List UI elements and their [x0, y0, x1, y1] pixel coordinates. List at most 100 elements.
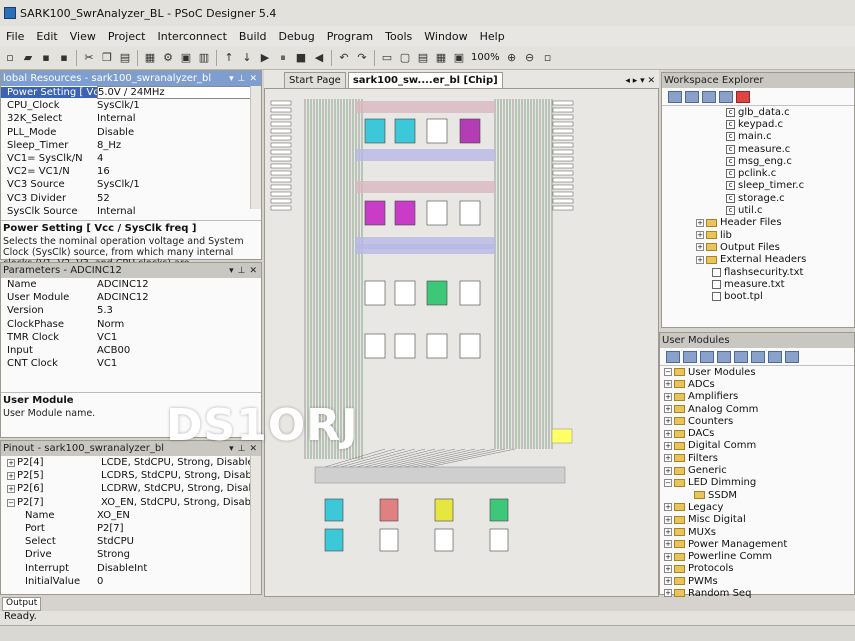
expand-icon[interactable]: +	[664, 564, 672, 573]
property-value[interactable]: Norm	[97, 319, 261, 330]
expand-icon[interactable]: +	[664, 540, 672, 549]
module-tool-icon[interactable]	[768, 350, 782, 363]
property-row[interactable]: Name ADCINC12	[1, 278, 261, 291]
file-item[interactable]: c measure.c	[662, 143, 854, 155]
menu-program[interactable]: Program	[321, 30, 379, 43]
pin-icon[interactable]: ▾	[229, 266, 234, 276]
property-row[interactable]: Sleep_Timer 8_Hz	[1, 139, 261, 152]
property-value[interactable]: ADCINC12	[97, 292, 261, 303]
output-tab[interactable]: Output	[2, 597, 42, 611]
program-icon[interactable]: ▣	[178, 50, 194, 66]
property-value[interactable]: 5.3	[97, 305, 261, 316]
autohide-icon[interactable]: ⊥	[238, 266, 246, 276]
cut-icon[interactable]: ✂	[81, 50, 97, 66]
property-row[interactable]: Power Setting [ Vcc 5.0V / 24MHz	[1, 86, 261, 100]
pause-icon[interactable]: ⏸	[275, 50, 291, 66]
property-value[interactable]: VC1	[97, 332, 261, 343]
module-tool-icon[interactable]	[683, 350, 697, 363]
zoom-level[interactable]: 100%	[469, 52, 502, 63]
menu-help[interactable]: Help	[474, 30, 511, 43]
expand-icon[interactable]: +	[7, 485, 15, 494]
comment-icon[interactable]: ▢	[397, 50, 413, 66]
tab-chip-view[interactable]: sark100_sw....er_bl [Chip]	[347, 72, 503, 88]
refresh-icon[interactable]	[668, 90, 682, 103]
collapse-icon[interactable]: −	[664, 478, 672, 487]
pin-row[interactable]: + P2[6] LCDRW, StdCPU, Strong, DisableIr	[1, 482, 261, 495]
property-value[interactable]: SysClk/1	[97, 179, 261, 190]
debug-icon[interactable]: ▥	[196, 50, 212, 66]
module-category[interactable]: + ADCs	[660, 378, 854, 390]
menu-tools[interactable]: Tools	[379, 30, 418, 43]
property-row[interactable]: Version 5.3	[1, 304, 261, 317]
property-value[interactable]: ADCINC12	[97, 279, 261, 290]
expand-icon[interactable]: +	[664, 392, 672, 401]
property-row[interactable]: User Module ADCINC12	[1, 291, 261, 304]
file-item[interactable]: c sleep_timer.c	[662, 180, 854, 192]
module-category[interactable]: SSDM	[660, 489, 854, 501]
expand-icon[interactable]: +	[664, 380, 672, 389]
module-category[interactable]: + Filters	[660, 452, 854, 464]
module-category[interactable]: + Powerline Comm	[660, 550, 854, 562]
tab-nav-icon[interactable]: ◂ ▸ ▾ ✕	[621, 76, 659, 88]
scrollbar[interactable]	[250, 86, 261, 209]
step-over-icon[interactable]: ↓	[239, 50, 255, 66]
file-item[interactable]: c glb_data.c	[662, 106, 854, 118]
run-icon[interactable]: ▶	[257, 50, 273, 66]
folder-item[interactable]: + Output Files	[662, 241, 854, 253]
copy-icon[interactable]: ❐	[99, 50, 115, 66]
expand-icon[interactable]: +	[664, 417, 672, 426]
property-value[interactable]: Internal	[97, 113, 261, 124]
module-category[interactable]: + PWMs	[660, 575, 854, 587]
module-category[interactable]: + Power Management	[660, 538, 854, 550]
property-value[interactable]: SysClk/1	[97, 100, 261, 111]
pin-row[interactable]: − P2[7] XO_EN, StdCPU, Strong, DisableIn	[1, 496, 261, 509]
module-category[interactable]: + Analog Comm	[660, 403, 854, 415]
menu-window[interactable]: Window	[418, 30, 473, 43]
expand-icon[interactable]: +	[7, 459, 15, 468]
close-icon[interactable]: ✕	[249, 74, 257, 84]
property-row[interactable]: 32K_Select Internal	[1, 112, 261, 125]
pin-row[interactable]: Port P2[7]	[1, 522, 261, 535]
zoom-in-icon[interactable]: ⊕	[504, 50, 520, 66]
pin-row[interactable]: Select StdCPU	[1, 535, 261, 548]
file-item[interactable]: c pclink.c	[662, 167, 854, 179]
module-tool-icon[interactable]	[751, 350, 765, 363]
property-row[interactable]: PLL_Mode Disable	[1, 126, 261, 139]
file-item[interactable]: measure.txt	[662, 278, 854, 290]
file-item[interactable]: boot.tpl	[662, 290, 854, 302]
expand-icon[interactable]: +	[664, 552, 672, 561]
file-item[interactable]: c util.c	[662, 204, 854, 216]
grid-icon[interactable]: ▦	[433, 50, 449, 66]
module-category[interactable]: + Amplifiers	[660, 391, 854, 403]
property-row[interactable]: TMR Clock VC1	[1, 331, 261, 344]
module-category[interactable]: + Misc Digital	[660, 514, 854, 526]
expand-icon[interactable]: +	[664, 441, 672, 450]
pin-row[interactable]: Interrupt DisableInt	[1, 562, 261, 575]
zoom-out-icon[interactable]: ⊖	[522, 50, 538, 66]
tab-start-page[interactable]: Start Page	[284, 72, 346, 88]
expand-icon[interactable]: +	[7, 472, 15, 481]
property-value[interactable]: Disable	[97, 127, 261, 138]
property-row[interactable]: ClockPhase Norm	[1, 318, 261, 331]
expand-icon[interactable]: +	[696, 231, 704, 240]
user-modules-root[interactable]: − User Modules	[660, 366, 854, 378]
menu-interconnect[interactable]: Interconnect	[151, 30, 232, 43]
expand-icon[interactable]: +	[696, 255, 704, 264]
module-tool-icon[interactable]	[666, 350, 680, 363]
expand-icon[interactable]: +	[664, 429, 672, 438]
delete-icon[interactable]	[736, 90, 750, 103]
module-category[interactable]: + Protocols	[660, 563, 854, 575]
pin-icon[interactable]: ▾	[229, 74, 234, 84]
add-file-icon[interactable]	[702, 90, 716, 103]
add-folder-icon[interactable]	[719, 90, 733, 103]
pin-row[interactable]: Name XO_EN	[1, 509, 261, 522]
reset-icon[interactable]: ◀	[311, 50, 327, 66]
expand-icon[interactable]: +	[664, 405, 672, 414]
expand-icon[interactable]: +	[664, 577, 672, 586]
step-icon[interactable]: ↑	[221, 50, 237, 66]
menu-edit[interactable]: Edit	[30, 30, 63, 43]
property-value[interactable]: ACB00	[97, 345, 261, 356]
module-tool-icon[interactable]	[785, 350, 799, 363]
save-icon[interactable]: ▪	[38, 50, 54, 66]
stop-icon[interactable]: ■	[293, 50, 309, 66]
